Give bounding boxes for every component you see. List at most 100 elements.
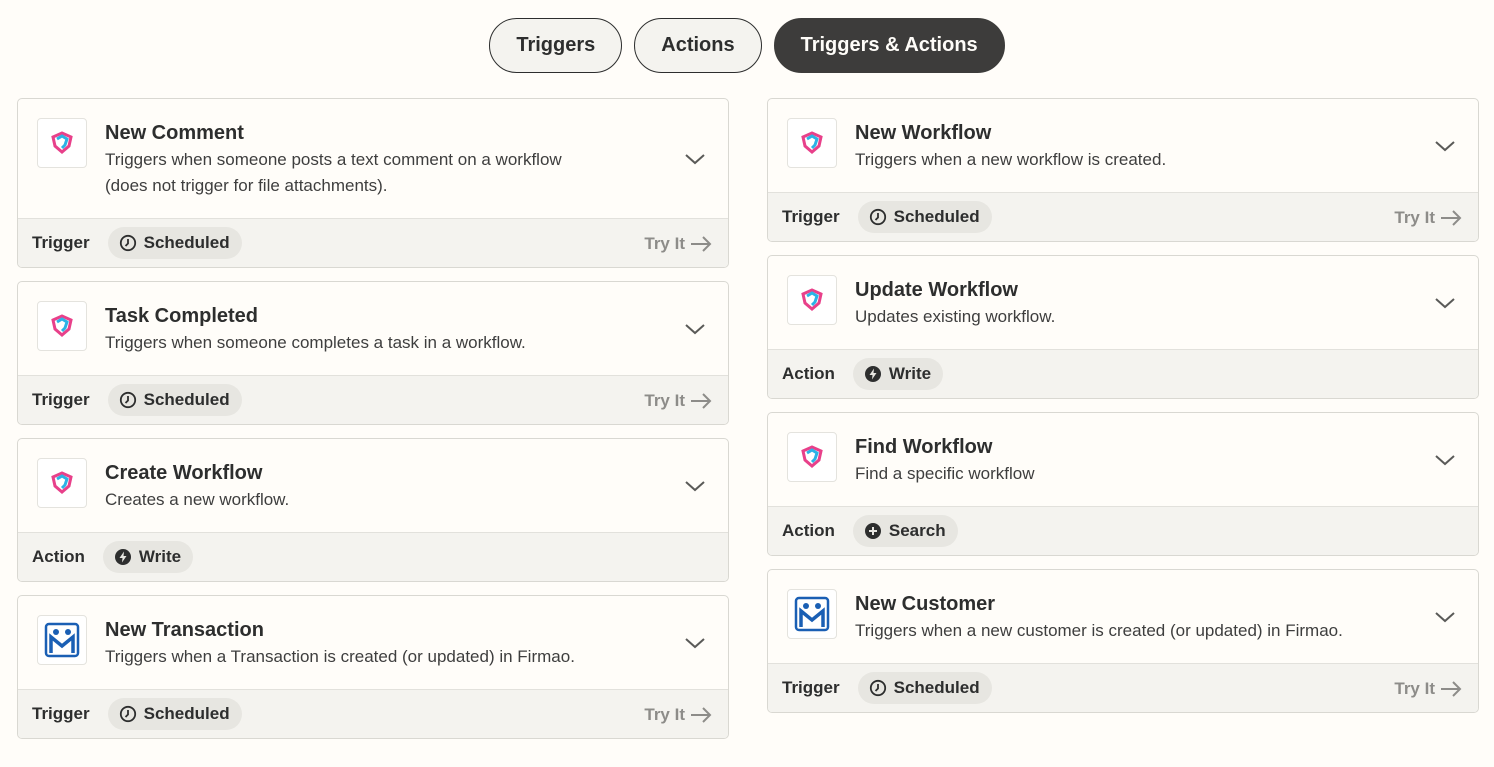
badge-label: Search xyxy=(888,521,946,540)
card-footer: Action Search xyxy=(768,506,1478,555)
clock-icon xyxy=(869,208,886,226)
try-it-label: Try It xyxy=(1394,207,1435,227)
card-footer: Trigger Scheduled Try It xyxy=(768,192,1478,241)
card-title: Update Workflow xyxy=(855,279,1018,301)
try-it-label: Try It xyxy=(644,704,685,724)
try-it-link[interactable]: Try It xyxy=(1394,193,1462,241)
chevron-down-icon[interactable] xyxy=(684,151,706,167)
card-kind: Trigger xyxy=(32,390,90,409)
card-new-workflow: New Workflow Triggers when a new workflo… xyxy=(767,98,1479,242)
card-title: New Comment xyxy=(105,122,244,144)
badge-label: Scheduled xyxy=(893,207,980,226)
card-description: Triggers when someone completes a task i… xyxy=(105,333,526,352)
try-it-link[interactable]: Try It xyxy=(1394,664,1462,712)
card-kind: Trigger xyxy=(32,233,90,252)
clock-icon xyxy=(119,234,136,252)
card-header[interactable]: Update Workflow Updates existing workflo… xyxy=(768,256,1478,349)
card-new-customer: New Customer Triggers when a new custome… xyxy=(767,569,1479,713)
card-description: Triggers when a new customer is created … xyxy=(855,621,1343,640)
card-new-comment: New Comment Triggers when someone posts … xyxy=(17,98,729,268)
scheduled-badge: Scheduled xyxy=(107,384,242,416)
card-title: Find Workflow xyxy=(855,436,993,458)
card-header[interactable]: New Workflow Triggers when a new workflo… xyxy=(768,99,1478,192)
card-description: Updates existing workflow. xyxy=(855,307,1056,326)
try-it-link[interactable]: Try It xyxy=(644,376,712,424)
workflow-app-logo-icon xyxy=(787,275,837,325)
tab-triggers-and-actions[interactable]: Triggers & Actions xyxy=(773,18,1005,73)
clock-icon xyxy=(119,705,136,723)
card-create-workflow: Create Workflow Creates a new workflow. … xyxy=(17,438,729,582)
card-title: Create Workflow xyxy=(105,462,263,484)
workflow-app-logo-icon xyxy=(787,118,837,168)
card-kind: Trigger xyxy=(782,678,840,697)
card-footer: Trigger Scheduled Try It xyxy=(18,375,728,424)
chevron-down-icon[interactable] xyxy=(684,635,706,651)
card-header[interactable]: Create Workflow Creates a new workflow. xyxy=(18,439,728,532)
try-it-label: Try It xyxy=(1394,678,1435,698)
tab-actions[interactable]: Actions xyxy=(634,18,762,73)
card-footer: Trigger Scheduled Try It xyxy=(18,218,728,267)
write-badge: Write xyxy=(852,358,944,390)
badge-label: Scheduled xyxy=(143,704,230,723)
firmao-logo-icon xyxy=(787,589,837,639)
badge-label: Scheduled xyxy=(893,678,980,697)
badge-label: Scheduled xyxy=(143,233,230,252)
card-new-transaction: New Transaction Triggers when a Transact… xyxy=(17,595,729,739)
card-kind: Action xyxy=(782,521,835,540)
chevron-down-icon[interactable] xyxy=(684,478,706,494)
card-title: New Workflow xyxy=(855,122,992,144)
clock-icon xyxy=(119,391,136,409)
card-description: Triggers when a new workflow is created. xyxy=(855,150,1167,169)
card-header[interactable]: New Transaction Triggers when a Transact… xyxy=(18,596,728,689)
plus-circle-icon xyxy=(864,523,881,539)
chevron-down-icon[interactable] xyxy=(684,321,706,337)
try-it-label: Try It xyxy=(644,233,685,253)
try-it-label: Try It xyxy=(644,390,685,410)
card-header[interactable]: New Customer Triggers when a new custome… xyxy=(768,570,1478,663)
card-kind: Trigger xyxy=(782,207,840,226)
tab-triggers[interactable]: Triggers xyxy=(489,18,623,73)
badge-label: Scheduled xyxy=(143,390,230,409)
chevron-down-icon[interactable] xyxy=(1434,609,1456,625)
chevron-down-icon[interactable] xyxy=(1434,138,1456,154)
arrow-right-icon xyxy=(1441,680,1462,697)
card-find-workflow: Find Workflow Find a specific workflow A… xyxy=(767,412,1479,556)
write-badge: Write xyxy=(102,541,194,573)
workflow-app-logo-icon xyxy=(37,118,87,168)
card-footer: Action Write xyxy=(768,349,1478,398)
arrow-right-icon xyxy=(691,235,712,252)
workflow-app-logo-icon xyxy=(787,432,837,482)
scheduled-badge: Scheduled xyxy=(857,201,992,233)
badge-label: Write xyxy=(138,547,182,566)
firmao-logo-icon xyxy=(37,615,87,665)
card-description: Find a specific workflow xyxy=(855,464,1035,483)
card-update-workflow: Update Workflow Updates existing workflo… xyxy=(767,255,1479,399)
workflow-app-logo-icon xyxy=(37,458,87,508)
card-title: New Customer xyxy=(855,593,996,615)
card-kind: Trigger xyxy=(32,704,90,723)
card-header[interactable]: New Comment Triggers when someone posts … xyxy=(18,99,728,218)
try-it-link[interactable]: Try It xyxy=(644,219,712,267)
card-description-continued: (does not trigger for file attachments). xyxy=(105,176,388,195)
badge-label: Write xyxy=(888,364,932,383)
scheduled-badge: Scheduled xyxy=(107,698,242,730)
chevron-down-icon[interactable] xyxy=(1434,295,1456,311)
try-it-link[interactable]: Try It xyxy=(644,690,712,738)
card-footer: Trigger Scheduled Try It xyxy=(18,689,728,738)
search-badge: Search xyxy=(852,515,958,547)
clock-icon xyxy=(869,679,886,697)
card-header[interactable]: Find Workflow Find a specific workflow xyxy=(768,413,1478,506)
card-description: Triggers when a Transaction is created (… xyxy=(105,647,575,666)
filter-tabs: Triggers Actions Triggers & Actions xyxy=(0,18,1494,73)
arrow-right-icon xyxy=(691,392,712,409)
card-header[interactable]: Task Completed Triggers when someone com… xyxy=(18,282,728,375)
card-description: Triggers when someone posts a text comme… xyxy=(105,150,562,169)
card-task-completed: Task Completed Triggers when someone com… xyxy=(17,281,729,425)
card-footer: Action Write xyxy=(18,532,728,581)
card-description: Creates a new workflow. xyxy=(105,490,290,509)
chevron-down-icon[interactable] xyxy=(1434,452,1456,468)
card-title: New Transaction xyxy=(105,619,264,641)
card-kind: Action xyxy=(782,364,835,383)
bolt-icon xyxy=(114,549,131,565)
arrow-right-icon xyxy=(691,706,712,723)
